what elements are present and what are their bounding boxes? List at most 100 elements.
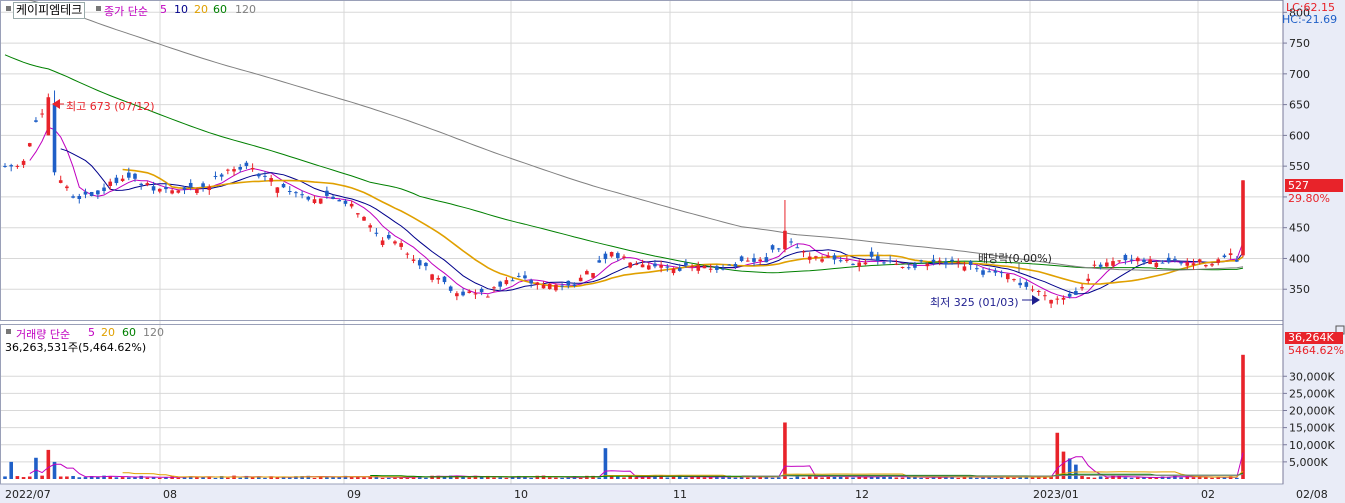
last-volume-badge: 36,264K [1285, 332, 1343, 344]
volume-bar [746, 477, 750, 479]
candle-body [585, 271, 589, 275]
candle-body [164, 187, 168, 190]
candle-body [708, 268, 713, 270]
candle-body [393, 241, 397, 244]
volume-bar [1092, 477, 1097, 479]
candle-body [1197, 259, 1202, 263]
volume-bar [1105, 477, 1109, 479]
volume-bar [325, 477, 329, 479]
candle-body [1191, 263, 1196, 266]
volume-bar [578, 477, 583, 479]
candle-body [1043, 295, 1047, 297]
candle-body [1098, 264, 1103, 267]
candle-body [337, 200, 342, 202]
candle-body [312, 199, 317, 203]
volume-bar [900, 477, 905, 479]
volume-bar [1191, 477, 1196, 479]
candle-body [232, 169, 236, 172]
candle-body [715, 266, 719, 270]
volume-bar [362, 477, 366, 479]
candle-body [900, 266, 905, 268]
candle-body [956, 261, 961, 263]
volume-bar [145, 477, 150, 479]
candle-body [430, 274, 434, 280]
hc-label: HC:-21.69 [1282, 13, 1338, 26]
candle-body [882, 262, 886, 264]
candle-body [690, 266, 694, 268]
candle-body [653, 263, 657, 267]
candle-body [473, 293, 478, 295]
candle-body [696, 265, 701, 271]
volume-bar [702, 477, 707, 479]
candle-body [343, 200, 348, 204]
candle-body [1105, 262, 1109, 267]
candle-body [925, 263, 930, 267]
candle-body [975, 268, 979, 270]
last-price-change: 29.80% [1288, 192, 1330, 205]
volume-bar [733, 477, 738, 479]
volume-bar [1179, 477, 1183, 479]
volume-bar [127, 477, 131, 479]
volume-bar [529, 477, 533, 479]
x-tick-label-02: 02 [1201, 488, 1215, 501]
candle-body [783, 230, 787, 250]
candle-body [1074, 291, 1078, 295]
candle-body [102, 187, 106, 191]
x-tick-label-11: 11 [673, 488, 687, 501]
volume-bar [845, 477, 849, 479]
candle-body [820, 259, 824, 262]
volume-bar [609, 476, 614, 479]
price-legend-ma20: 20 [194, 3, 208, 16]
volume-bar [195, 477, 199, 479]
volume-tick-label: 15,000K [1289, 422, 1335, 435]
candle-body [1166, 257, 1171, 263]
candle-body [776, 248, 781, 250]
candle-body [219, 174, 224, 177]
candle-body [616, 253, 620, 258]
volume-legend-ma60: 60 [122, 326, 136, 339]
volume-bar [1080, 476, 1084, 479]
candle-body [622, 256, 626, 258]
stock-chart[interactable]: 3504004505506006507007508005,000K10,000K… [0, 0, 1345, 503]
volume-bar [176, 477, 181, 479]
volume-bar [213, 477, 218, 479]
candle-body [461, 291, 465, 296]
candle-body [888, 260, 892, 262]
candle-body [1210, 264, 1214, 266]
volume-bar [616, 476, 620, 479]
volume-bar [1210, 477, 1214, 479]
candle-body [1117, 260, 1121, 262]
x-tick-label-12: 12 [855, 488, 869, 501]
candle-body [318, 198, 323, 204]
legend-square-icon [6, 329, 11, 334]
volume-bar [1173, 475, 1177, 479]
candle-body [968, 261, 973, 265]
candle-body [727, 264, 732, 266]
candle-body [9, 165, 13, 167]
candle-body [89, 191, 94, 197]
candle-body [1036, 290, 1041, 292]
candle-body [492, 287, 496, 289]
candle-body [733, 263, 738, 267]
candle-body [374, 232, 379, 234]
candle-body [789, 241, 793, 243]
volume-bar [1012, 477, 1016, 479]
stock-name-label[interactable]: 케이피엠테크 [13, 2, 86, 19]
candle-body [263, 175, 267, 177]
volume-bar [628, 476, 632, 479]
candle-body [399, 243, 403, 247]
volume-bar [925, 477, 930, 479]
candle-body [1080, 287, 1084, 289]
price-tick-label: 650 [1289, 99, 1310, 112]
candle-body [1185, 262, 1190, 266]
candle-body [993, 270, 998, 273]
x-tick-label-10: 10 [514, 488, 528, 501]
candle-body [244, 162, 249, 167]
volume-tick-label: 5,000K [1289, 456, 1328, 469]
volume-bar [250, 477, 255, 479]
candle-body [1005, 273, 1010, 280]
volume-legend-ma120: 120 [143, 326, 164, 339]
x-tick-label-2022-07: 2022/07 [5, 488, 51, 501]
candle-body [597, 260, 602, 263]
candle-body [300, 194, 304, 196]
